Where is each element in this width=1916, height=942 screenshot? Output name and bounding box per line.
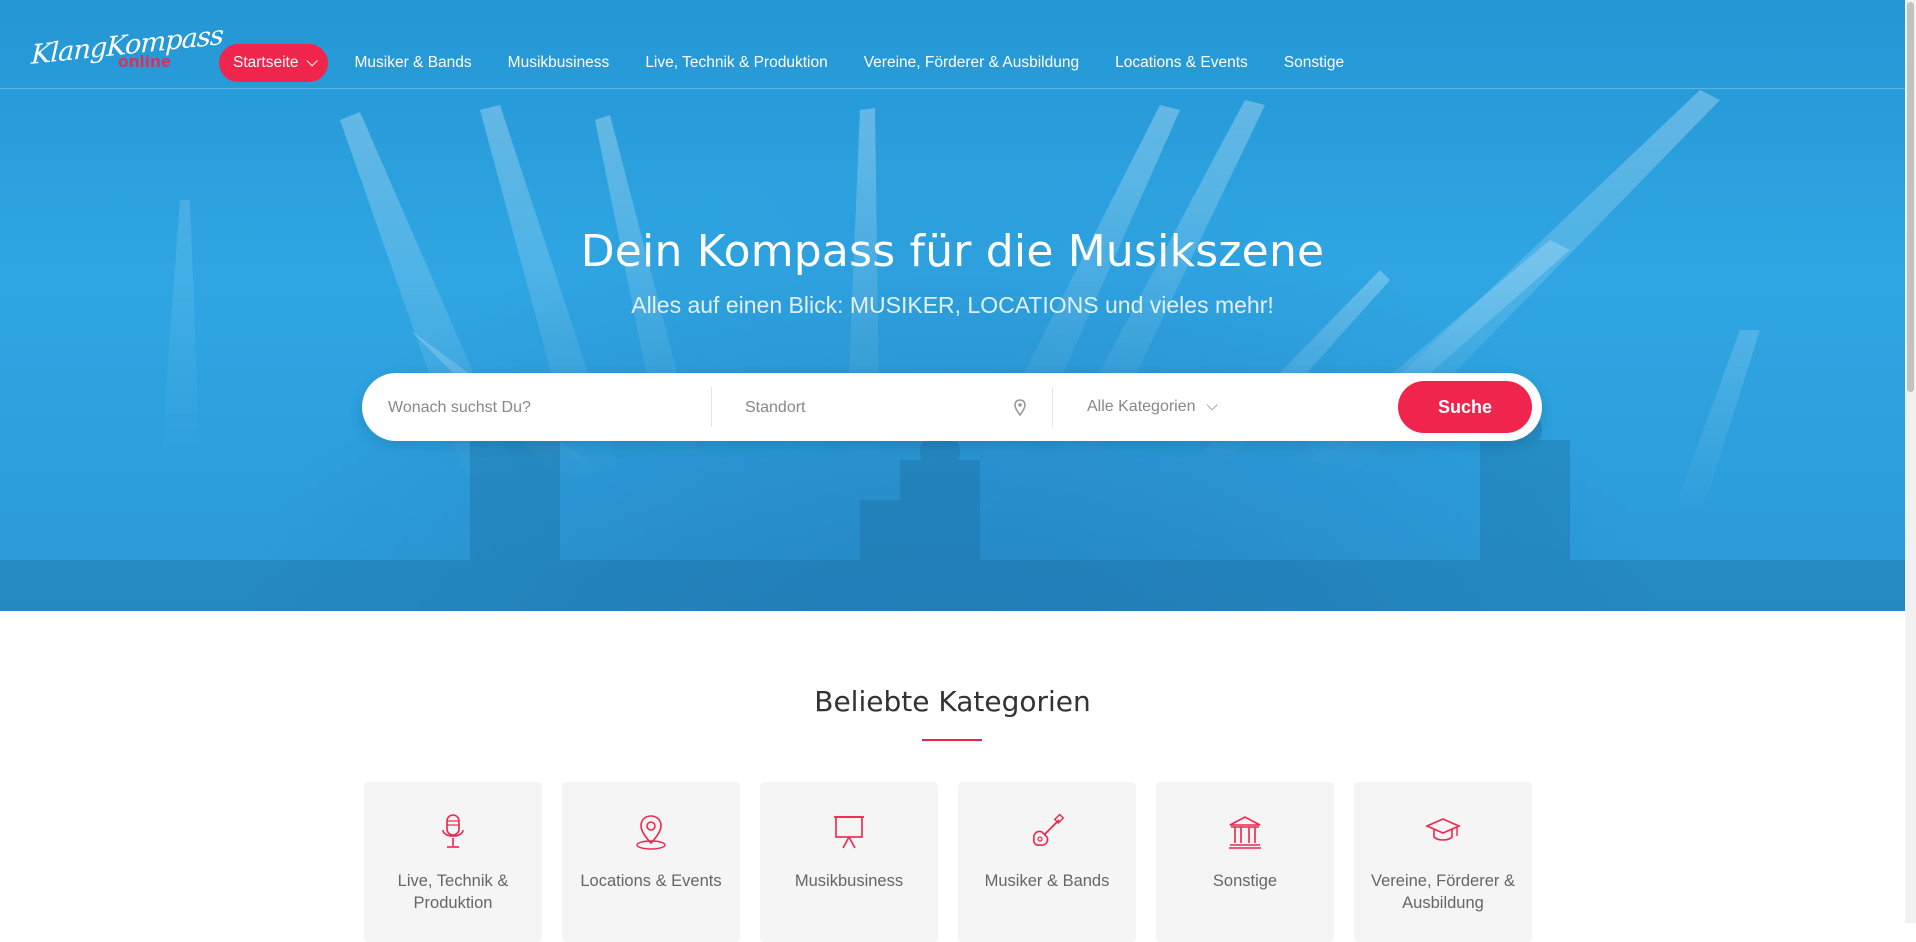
nav-item-vereine-foerderer-ausbildung[interactable]: Vereine, Förderer & Ausbildung [846,44,1097,82]
category-label: Locations & Events [580,872,722,890]
page-scrollbar[interactable] [1905,0,1916,923]
building-icon [1229,816,1261,849]
logo-subtext: online [118,52,172,71]
category-label: Sonstige [1212,872,1278,890]
search-button[interactable]: Suche [1398,381,1532,433]
site-logo[interactable]: KlangKompass online [31,20,224,80]
hero-subtitle: Alles auf einen Blick: MUSIKER, LOCATION… [631,292,1274,318]
scrollbar-thumb[interactable] [1907,2,1914,392]
category-label: Live, Technik & Produktion [397,872,509,912]
search-bar: Alle Kategorien Suche [362,373,1542,443]
category-label: Musiker & Bands [984,872,1110,890]
nav-item-live-technik-produktion[interactable]: Live, Technik & Produktion [627,44,845,82]
categories-title: Beliebte Kategorien [814,685,1091,718]
nav-item-musikbusiness[interactable]: Musikbusiness [490,44,628,82]
category-card-musiker-bands[interactable]: Musiker & Bands [958,782,1136,942]
search-location-input[interactable] [743,373,1047,443]
main-navigation: Startseite Musiker & Bands Musikbusiness… [219,44,1362,82]
nav-item-musiker-bands[interactable]: Musiker & Bands [336,44,489,82]
graduation-cap-icon [1425,818,1461,841]
location-pin-icon[interactable] [1012,399,1028,417]
category-card-locations-events[interactable]: Locations & Events [562,782,740,942]
title-underline [922,739,982,741]
nav-divider [0,88,1905,89]
category-card-sonstige[interactable]: Sonstige [1156,782,1334,942]
category-list: Live, Technik & Produktion Locations & E… [364,782,1532,942]
chevron-down-icon [306,55,319,67]
nav-item-locations-events[interactable]: Locations & Events [1097,44,1266,82]
guitar-icon [1033,813,1065,846]
hero-section: KlangKompass online Startseite Musiker &… [0,0,1905,611]
category-select-value: Alle Kategorien [1087,398,1196,415]
hero-title: Dein Kompass für die Musikszene [580,226,1325,277]
microphone-icon [442,814,464,848]
category-card-vereine-ausbildung[interactable]: Vereine, Förderer & Ausbildung [1354,782,1532,942]
search-keyword-input[interactable] [386,373,710,443]
nav-item-label: Startseite [233,54,299,71]
category-label: Musikbusiness [794,872,904,890]
presentation-board-icon [834,816,864,849]
category-label: Vereine, Förderer & Ausbildung [1371,872,1515,912]
nav-item-startseite[interactable]: Startseite [219,44,329,82]
search-divider [1052,387,1053,427]
map-pin-icon [636,815,666,850]
category-card-live-technik[interactable]: Live, Technik & Produktion [364,782,542,942]
search-divider [711,387,712,427]
nav-item-sonstige[interactable]: Sonstige [1266,44,1362,82]
chevron-down-icon [1205,399,1218,411]
category-select[interactable]: Alle Kategorien [1087,373,1218,441]
category-card-musikbusiness[interactable]: Musikbusiness [760,782,938,942]
